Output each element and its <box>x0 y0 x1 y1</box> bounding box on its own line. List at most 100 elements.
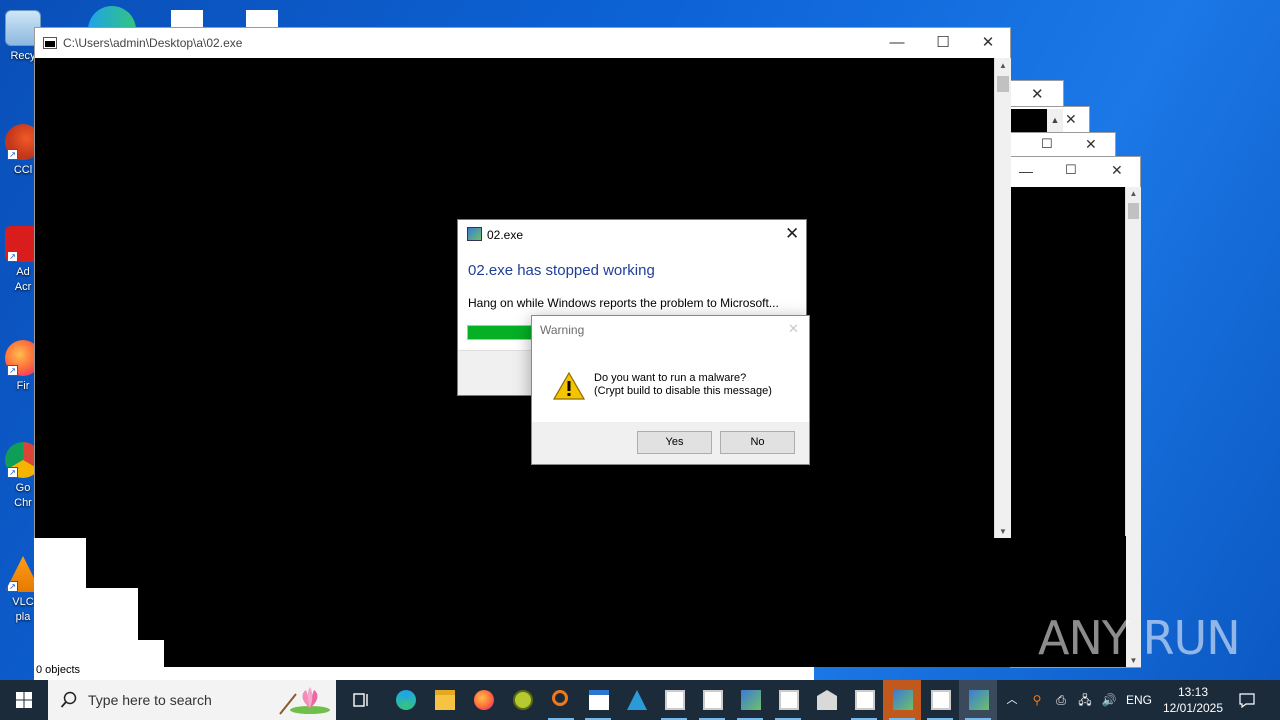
console-app-icon <box>43 37 57 49</box>
warning-line-1: Do you want to run a malware? <box>594 372 747 384</box>
background-window-3[interactable]: ☐ ✕ <box>1010 132 1116 158</box>
search-box[interactable]: Type here to search <box>48 680 336 720</box>
edge-icon <box>396 690 416 710</box>
title-bar[interactable]: C:\Users\admin\Desktop\a\02.exe — ☐ ✕ <box>35 28 1010 58</box>
package-icon <box>817 690 837 710</box>
taskbar-error-app[interactable] <box>731 680 769 720</box>
scroll-thumb[interactable] <box>997 76 1009 92</box>
app-error-icon <box>741 690 761 710</box>
close-icon[interactable]: ✕ <box>785 224 799 244</box>
dialog-title: 02.exe <box>487 228 524 242</box>
background-console-area <box>164 536 1126 667</box>
taskbar: Type here to search ︿ ⚲ ⎙ 🖧 🔊 ENG 13:13 … <box>0 680 1280 720</box>
document-desktop-icon <box>246 10 278 28</box>
shortcut-arrow-icon: ↗ <box>7 581 18 592</box>
shortcut-arrow-icon: ↗ <box>7 365 18 376</box>
minimize-button[interactable]: — <box>874 28 920 58</box>
close-icon[interactable]: ✕ <box>1031 85 1044 103</box>
magnifier-icon <box>552 690 568 706</box>
console-area <box>1011 109 1047 133</box>
taskbar-console-5[interactable] <box>921 680 959 720</box>
console-icon <box>665 690 685 710</box>
shortcut-arrow-icon: ↗ <box>7 467 18 478</box>
search-placeholder: Type here to search <box>88 692 212 708</box>
notification-icon <box>1239 693 1255 709</box>
taskbar-package[interactable] <box>807 680 845 720</box>
clock-time: 13:13 <box>1177 685 1209 699</box>
tray-device-icon[interactable]: ⎙ <box>1050 680 1072 720</box>
window-icon <box>589 690 609 710</box>
taskbar-console-2[interactable] <box>693 680 731 720</box>
console-icon <box>703 690 723 710</box>
taskbar-error-app-highlighted[interactable] <box>883 680 921 720</box>
explorer-black-area <box>138 536 164 640</box>
shortcut-arrow-icon: ↗ <box>7 251 18 262</box>
taskbar-app-green[interactable] <box>503 680 541 720</box>
scroll-thumb[interactable] <box>1128 203 1139 219</box>
explorer-black-area <box>86 536 138 588</box>
warning-dialog[interactable]: Warning ✕ Do you want to run a malware? … <box>531 315 810 465</box>
minimize-icon[interactable]: — <box>1019 163 1033 179</box>
console-icon <box>855 690 875 710</box>
app-error-icon <box>467 227 482 241</box>
taskbar-console-3[interactable] <box>769 680 807 720</box>
vertical-scrollbar[interactable]: ▲ ▼ <box>994 58 1011 538</box>
close-icon[interactable]: ✕ <box>1065 111 1077 128</box>
maximize-button[interactable]: ☐ <box>920 28 966 58</box>
network-icon[interactable]: 🖧 <box>1074 680 1096 720</box>
maximize-icon[interactable]: ☐ <box>1041 136 1053 152</box>
taskbar-console-4[interactable] <box>845 680 883 720</box>
taskbar-search-app[interactable] <box>542 680 580 720</box>
maximize-icon[interactable]: ☐ <box>1065 162 1077 178</box>
clock[interactable]: 13:13 12/01/2025 <box>1158 680 1228 720</box>
close-icon[interactable]: ✕ <box>788 321 799 337</box>
console-icon <box>779 690 799 710</box>
app-error-icon <box>969 690 989 710</box>
taskbar-console-1[interactable] <box>655 680 693 720</box>
app-triangle-icon <box>627 690 647 710</box>
warning-line-2: (Crypt build to disable this message) <box>594 385 772 397</box>
anyrun-watermark: ANY RUN <box>1038 608 1241 668</box>
watermark-text: ANY RUN <box>1038 611 1241 665</box>
scroll-down-icon[interactable]: ▼ <box>995 527 1011 536</box>
window-title: C:\Users\admin\Desktop\a\02.exe <box>63 36 243 50</box>
search-highlight-image <box>276 684 332 716</box>
progress-fill <box>468 326 538 339</box>
scroll-up-icon[interactable]: ▲ <box>995 61 1011 70</box>
windows-logo-icon <box>16 692 32 708</box>
yes-button[interactable]: Yes <box>637 431 712 454</box>
error-heading: 02.exe has stopped working <box>468 262 655 279</box>
dialog-title: Warning <box>540 323 585 337</box>
no-button[interactable]: No <box>720 431 795 454</box>
vertical-scrollbar[interactable]: ▲ ▼ <box>1125 187 1141 667</box>
notifications-button[interactable] <box>1232 680 1262 720</box>
taskbar-app-blue[interactable] <box>617 680 655 720</box>
volume-icon[interactable]: 🔊 <box>1098 680 1120 720</box>
close-button[interactable]: ✕ <box>965 28 1011 58</box>
close-icon[interactable]: ✕ <box>1111 162 1123 179</box>
shortcut-arrow-icon: ↗ <box>7 149 18 160</box>
clock-date: 12/01/2025 <box>1162 701 1224 715</box>
taskbar-window[interactable] <box>579 680 617 720</box>
dialog-footer: Yes No <box>532 422 809 464</box>
taskbar-error-app-current[interactable] <box>959 680 997 720</box>
warning-icon <box>552 371 586 400</box>
start-button[interactable] <box>4 680 44 720</box>
show-hidden-icons-button[interactable]: ︿ <box>1002 680 1022 720</box>
document-desktop-icon <box>171 10 203 28</box>
scroll-up-icon[interactable]: ▲ <box>1126 189 1141 198</box>
close-icon[interactable]: ✕ <box>1085 136 1097 153</box>
scroll-up-icon[interactable]: ▲ <box>1047 109 1063 133</box>
task-view-button[interactable] <box>341 680 379 720</box>
status-bar-text: 0 objects <box>36 664 81 676</box>
search-icon <box>60 691 77 708</box>
firefox-icon <box>474 690 494 710</box>
app-green-icon <box>513 690 533 710</box>
tray-search-icon[interactable]: ⚲ <box>1026 680 1048 720</box>
language-indicator[interactable]: ENG <box>1124 680 1154 720</box>
error-message: Hang on while Windows reports the proble… <box>468 296 779 310</box>
taskbar-file-explorer[interactable] <box>425 680 463 720</box>
taskbar-edge[interactable] <box>386 680 424 720</box>
console-icon <box>931 690 951 710</box>
taskbar-firefox[interactable] <box>464 680 502 720</box>
